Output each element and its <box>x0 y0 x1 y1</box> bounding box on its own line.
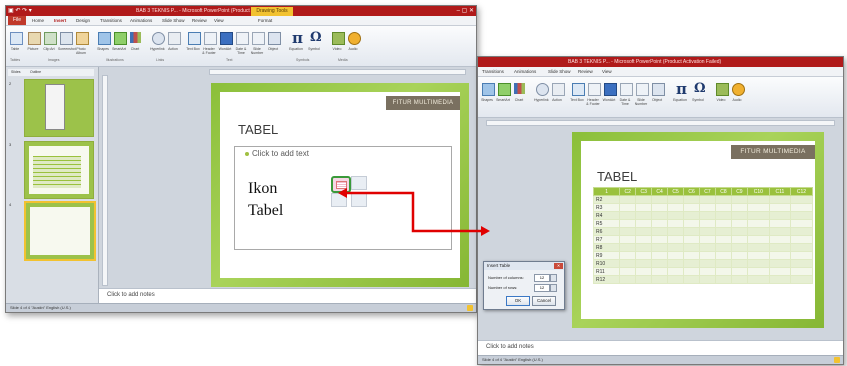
arrow-tail-head <box>338 188 347 198</box>
arrow-connector <box>338 188 490 236</box>
arrow-path <box>342 191 482 233</box>
arrow-head <box>481 226 490 236</box>
